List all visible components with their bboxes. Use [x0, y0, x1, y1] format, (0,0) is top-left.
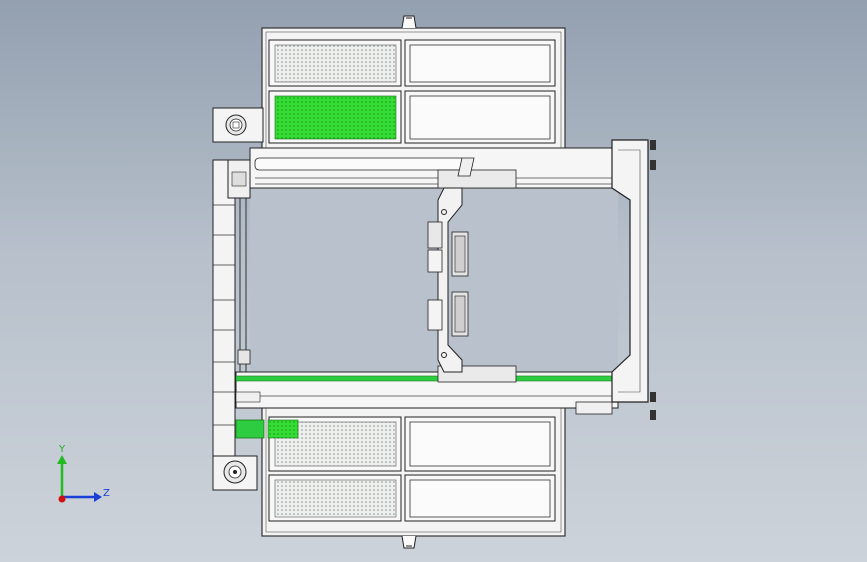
top-panel-group	[268, 39, 556, 144]
z-axis-label: Z	[103, 488, 110, 499]
coordinate-triad: Y Z	[57, 444, 110, 503]
upper-gantry-beam	[249, 147, 619, 189]
x-axis-marker	[58, 495, 66, 503]
cad-viewport[interactable]: Y Z	[0, 0, 867, 562]
y-axis-label: Y	[58, 444, 66, 455]
bottom-panel-group	[267, 416, 556, 522]
open-work-area	[250, 188, 618, 372]
machine-top-view-drawing: Y Z	[57, 15, 656, 549]
